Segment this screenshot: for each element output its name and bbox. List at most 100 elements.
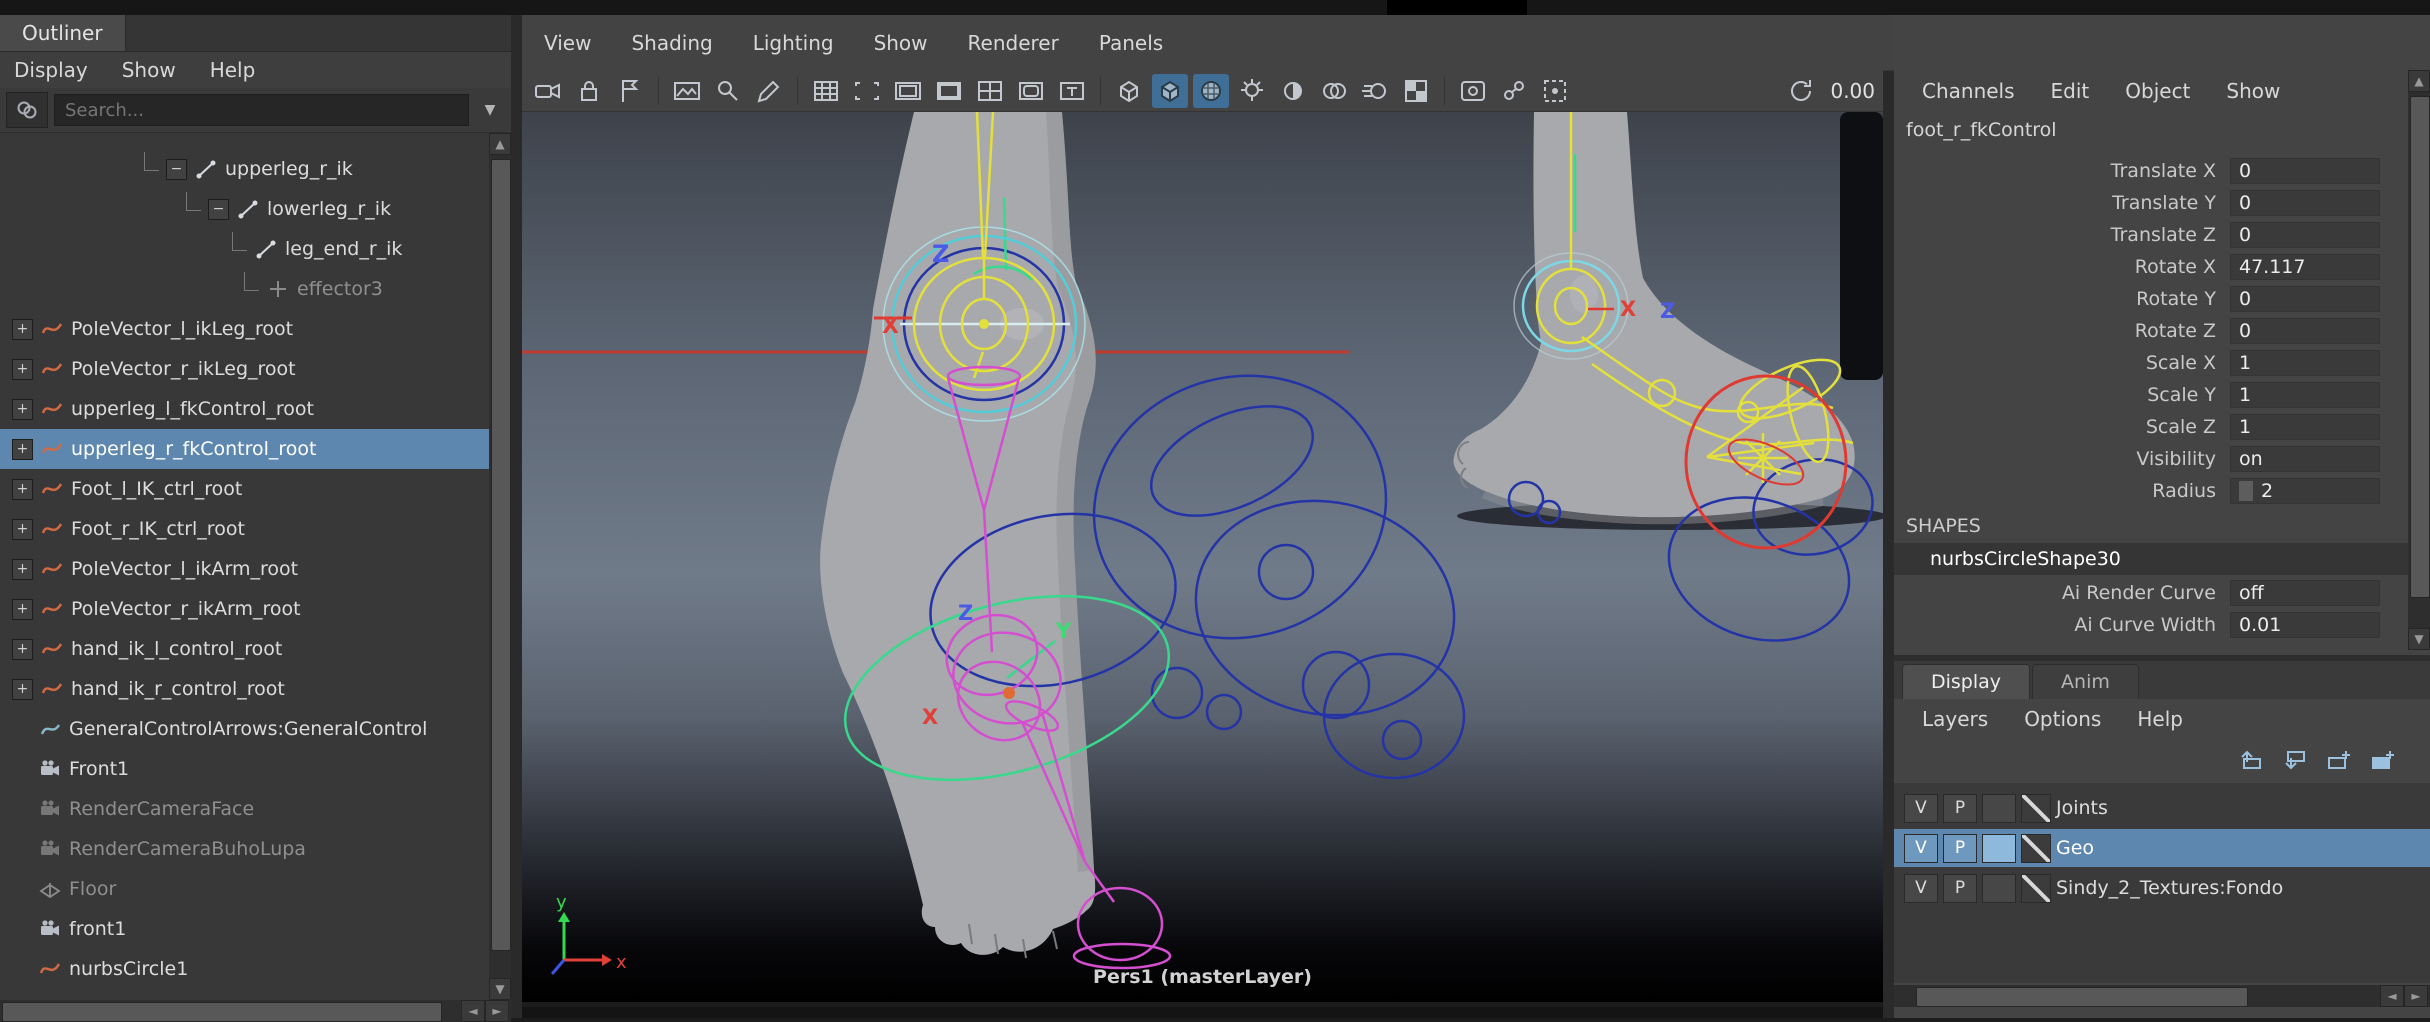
menu-display[interactable]: Display	[14, 58, 88, 82]
menu-help[interactable]: Help	[2137, 707, 2183, 731]
menu-help[interactable]: Help	[210, 58, 256, 82]
menu-lighting[interactable]: Lighting	[753, 31, 834, 55]
move-layer-up-icon[interactable]	[2234, 744, 2268, 776]
channel-row[interactable]: Scale Y1	[1894, 379, 2408, 411]
shaded-cube-icon[interactable]	[1152, 73, 1188, 108]
outliner-vertical-scrollbar[interactable]: ▲ ▼	[489, 133, 511, 1000]
tree-row[interactable]: RenderCameraBuhoLupa	[0, 829, 489, 869]
scroll-left-icon[interactable]: ◄	[461, 1000, 485, 1022]
film-gate-icon[interactable]	[849, 74, 885, 108]
channel-row[interactable]: Rotate Y0	[1894, 283, 2408, 315]
tree-row[interactable]: Floor	[0, 869, 489, 909]
menu-renderer[interactable]: Renderer	[968, 31, 1059, 55]
resolution-gate-icon[interactable]	[890, 74, 926, 108]
scrollbar-thumb[interactable]	[491, 159, 511, 951]
tree-row[interactable]: front1	[0, 909, 489, 949]
grease-pencil-icon[interactable]	[751, 74, 787, 108]
layer-color-swatch[interactable]	[2021, 873, 2051, 903]
layer-playback-toggle[interactable]: P	[1943, 793, 1977, 823]
channel-box-scrollbar[interactable]: ▲ ▼	[2408, 70, 2430, 650]
channel-value-field[interactable]: 0	[2230, 190, 2380, 216]
expand-toggle[interactable]: +	[12, 678, 33, 700]
tree-row[interactable]: + PoleVector_r_ikLeg_root	[0, 349, 489, 389]
tree-row[interactable]: RenderCameraFace	[0, 789, 489, 829]
tree-row[interactable]: + Foot_l_IK_ctrl_root	[0, 469, 489, 509]
wireframe-cube-icon[interactable]	[1111, 74, 1147, 108]
scrollbar-thumb[interactable]	[1916, 987, 2248, 1007]
scroll-down-icon[interactable]: ▼	[2408, 628, 2430, 650]
channel-row[interactable]: Scale X1	[1894, 347, 2408, 379]
tree-row-selected[interactable]: + upperleg_r_fkControl_root	[0, 429, 489, 469]
field-chart-icon[interactable]	[972, 74, 1008, 108]
expand-toggle[interactable]: +	[12, 438, 33, 460]
bookmark-flag-icon[interactable]	[612, 74, 648, 108]
channel-row[interactable]: Ai Curve Width 0.01	[1894, 609, 2408, 641]
tree-row[interactable]: nurbsCircle1	[0, 949, 489, 989]
expand-toggle[interactable]: +	[12, 478, 33, 500]
filter-icon[interactable]	[6, 92, 48, 128]
expand-toggle[interactable]: +	[12, 318, 33, 340]
tree-row[interactable]: + PoleVector_r_ikArm_root	[0, 589, 489, 629]
channel-value-field[interactable]: 2	[2230, 478, 2380, 504]
layer-display-type-box[interactable]	[1982, 793, 2016, 823]
tree-row[interactable]: + PoleVector_l_ikArm_root	[0, 549, 489, 589]
tree-row[interactable]: + Foot_r_IK_ctrl_root	[0, 509, 489, 549]
channel-value-field[interactable]: 1	[2230, 350, 2380, 376]
channel-value-field[interactable]: 0.01	[2230, 612, 2380, 638]
channel-value-field[interactable]: 47.117	[2230, 254, 2380, 280]
textured-sphere-icon[interactable]	[1193, 73, 1229, 108]
expand-toggle[interactable]: +	[12, 358, 33, 380]
layer-row[interactable]: V P Joints	[1894, 789, 2430, 827]
scroll-right-icon[interactable]: ►	[485, 1000, 509, 1022]
channel-row[interactable]: Radius 2	[1894, 475, 2408, 507]
expand-toggle[interactable]: +	[12, 598, 33, 620]
safe-action-icon[interactable]	[1013, 74, 1049, 108]
search-dropdown-icon[interactable]: ▼	[475, 95, 505, 125]
channel-value-field[interactable]: 0	[2230, 318, 2380, 344]
gate-mask-icon[interactable]	[931, 74, 967, 108]
menu-layers[interactable]: Layers	[1922, 707, 1988, 731]
expand-toggle[interactable]: −	[208, 198, 229, 220]
layer-color-swatch[interactable]	[2021, 833, 2051, 863]
scroll-up-icon[interactable]: ▲	[489, 133, 511, 155]
layer-color-swatch[interactable]	[2021, 793, 2051, 823]
tree-row[interactable]: + hand_ik_r_control_root	[0, 669, 489, 709]
camera-icon[interactable]	[530, 74, 566, 108]
tree-row[interactable]: + hand_ik_l_control_root	[0, 629, 489, 669]
layer-row-selected[interactable]: V P Geo	[1894, 829, 2430, 867]
slider-chip[interactable]	[2239, 481, 2253, 501]
menu-object[interactable]: Object	[2125, 79, 2190, 103]
channel-value-field[interactable]: on	[2230, 446, 2380, 472]
pan-zoom-icon[interactable]	[710, 74, 746, 108]
channel-value-field[interactable]: 0	[2230, 222, 2380, 248]
search-input[interactable]	[54, 94, 469, 126]
create-layer-from-selected-icon[interactable]	[2366, 744, 2400, 776]
channel-value-field[interactable]: 0	[2230, 158, 2380, 184]
channel-row[interactable]: Scale Z1	[1894, 411, 2408, 443]
lock-camera-icon[interactable]	[571, 74, 607, 108]
refresh-icon[interactable]	[1783, 74, 1819, 108]
use-all-lights-icon[interactable]	[1234, 74, 1270, 108]
grid-icon[interactable]	[808, 74, 844, 108]
channel-value-field[interactable]: 1	[2230, 382, 2380, 408]
scroll-down-icon[interactable]: ▼	[489, 978, 511, 1000]
panel-divider-right[interactable]	[1883, 70, 1894, 1018]
layer-visibility-toggle[interactable]: V	[1904, 833, 1938, 863]
tab-anim[interactable]: Anim	[2032, 664, 2139, 699]
menu-show[interactable]: Show	[2226, 79, 2280, 103]
safe-title-icon[interactable]	[1054, 74, 1090, 108]
tree-row[interactable]: GeneralControlArrows:GeneralControl	[0, 709, 489, 749]
tree-row[interactable]: − upperleg_r_ik	[0, 149, 489, 189]
image-plane-icon[interactable]	[669, 74, 705, 108]
expand-toggle[interactable]: +	[12, 558, 33, 580]
channel-row[interactable]: Translate Z0	[1894, 219, 2408, 251]
create-empty-layer-icon[interactable]	[2322, 744, 2356, 776]
isolate-select-icon[interactable]	[1537, 74, 1573, 108]
channel-row[interactable]: Visibility on	[1894, 443, 2408, 475]
menu-channels[interactable]: Channels	[1922, 79, 2015, 103]
layer-row[interactable]: V P Sindy_2_Textures:Fondo	[1894, 869, 2430, 907]
channel-row[interactable]: Ai Render Curve off	[1894, 577, 2408, 609]
tree-row[interactable]: + upperleg_l_fkControl_root	[0, 389, 489, 429]
xray-joints-icon[interactable]	[1496, 74, 1532, 108]
checker-icon[interactable]	[1398, 74, 1434, 108]
